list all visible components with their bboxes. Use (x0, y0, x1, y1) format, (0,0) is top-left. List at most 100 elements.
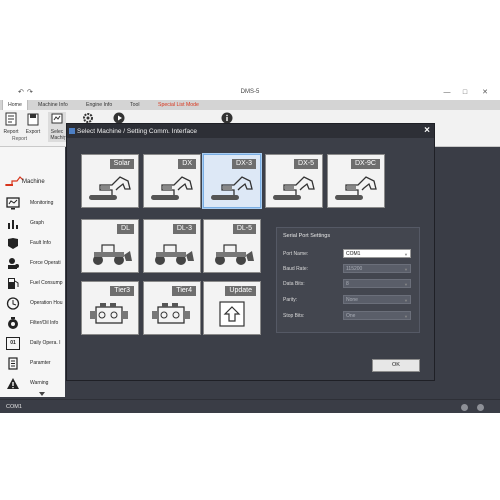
serial-port-title: Serial Port Settings (283, 233, 331, 239)
stop-bits-select[interactable]: One ▼ (343, 311, 411, 320)
sidebar-item-operation-hours[interactable]: Operation Hou (4, 295, 74, 313)
baud-rate-select[interactable]: 115200 ▼ (343, 264, 411, 273)
scroll-down-icon[interactable] (39, 392, 45, 397)
machine-tile-update[interactable]: Update (203, 281, 261, 335)
dialog-title-bar: Select Machine / Setting Comm. Interface… (67, 124, 434, 138)
tab-engine-info[interactable]: Engine Info (81, 100, 117, 110)
stop-bits-row: Stop Bits: One ▼ (283, 311, 413, 320)
tile-label: DX-9C (350, 159, 380, 169)
sidebar-item-label: Paramter (30, 360, 51, 366)
sidebar-item-fuel-consumption[interactable]: Fuel Consump (4, 275, 74, 293)
export-label: Export (25, 129, 41, 135)
menu-bar: Home Machine Info Engine Info Tool Speci… (0, 100, 500, 110)
machine-tile-dl-3[interactable]: DL-3 (143, 219, 201, 273)
title-bar: ↶ ↷ DMS-5 — □ ✕ (0, 85, 500, 101)
sidebar-item-label: Daily Opera. I (30, 340, 61, 346)
machine-tile-dx-5[interactable]: DX-5 (265, 154, 323, 208)
machine-tile-tier3[interactable]: Tier3 (81, 281, 139, 335)
chevron-down-icon: ▼ (404, 314, 408, 319)
sidebar-item-label: Fuel Consump (30, 280, 63, 286)
sidebar-item-graph[interactable]: Graph (4, 215, 74, 233)
chevron-down-icon: ▼ (404, 252, 408, 257)
fault-icon (8, 238, 18, 249)
sidebar-header: Machine (22, 179, 45, 185)
chevron-down-icon: ▼ (404, 267, 408, 272)
chevron-down-icon: ▼ (404, 298, 408, 303)
filter-icon (8, 317, 18, 329)
excavator-icon (5, 176, 24, 186)
parameter-icon (8, 357, 18, 370)
data-bits-value: 8 (346, 281, 349, 287)
export-button[interactable]: Export (22, 112, 44, 135)
tile-label: DX (178, 159, 196, 169)
parity-select[interactable]: None ▼ (343, 295, 411, 304)
tile-label: DX-3 (232, 159, 256, 169)
baud-rate-value: 115200 (346, 266, 363, 272)
tile-label: Solar (109, 159, 134, 169)
ok-button[interactable]: OK (372, 359, 420, 372)
machine-tile-solar[interactable]: Solar (81, 154, 139, 208)
tab-tool[interactable]: Tool (125, 100, 145, 110)
select-machine-dialog: Select Machine / Setting Comm. Interface… (66, 123, 435, 381)
serial-port-settings: Serial Port Settings Port Name: COM1 ▼ Ba… (276, 227, 420, 333)
port-name-select[interactable]: COM1 ▼ (343, 249, 411, 258)
machine-tile-dx-3[interactable]: DX-3 (203, 154, 261, 208)
tab-special-list-mode[interactable]: Special List Mode (153, 100, 204, 110)
tile-label: Tier3 (110, 286, 134, 296)
sidebar-item-warning[interactable]: Warning (4, 375, 74, 393)
machine-tile-dx[interactable]: DX (143, 154, 201, 208)
tile-label: Tier4 (172, 286, 196, 296)
sidebar-item-label: Warning (30, 380, 49, 386)
parity-value: None (346, 297, 358, 303)
machine-tile-dl[interactable]: DL (81, 219, 139, 273)
report-button[interactable]: Report (0, 112, 22, 135)
dialog-title: Select Machine / Setting Comm. Interface (77, 128, 197, 135)
sidebar-item-label: Fault Info (30, 240, 51, 246)
minimize-button[interactable]: — (440, 87, 454, 98)
close-window-button[interactable]: ✕ (478, 87, 492, 98)
tile-label: DL-3 (172, 224, 196, 234)
sidebar-item-daily-operation[interactable]: 01 Daily Opera. I (4, 335, 74, 353)
sidebar-item-label: Graph (30, 220, 44, 226)
clock-icon (6, 297, 20, 310)
machine-tile-dx-9c[interactable]: DX-9C (327, 154, 385, 208)
baud-rate-row: Baud Rate: 115200 ▼ (283, 264, 413, 273)
tile-label: DL-5 (232, 224, 256, 234)
close-icon[interactable]: × (424, 125, 430, 136)
sidebar-item-parameter[interactable]: Paramter (4, 355, 74, 373)
tile-label: DL (117, 224, 134, 234)
sidebar: Machine Monitoring Graph Fault Info Forc… (0, 147, 65, 397)
app-icon (69, 128, 75, 134)
calendar-icon: 01 (6, 337, 20, 350)
chevron-down-icon: ▼ (404, 282, 408, 287)
baud-rate-label: Baud Rate: (283, 266, 309, 272)
tab-machine-info[interactable]: Machine Info (33, 100, 73, 110)
monitoring-icon (6, 197, 20, 210)
data-bits-row: Data Bits: 8 ▼ (283, 279, 413, 288)
tab-home[interactable]: Home (2, 100, 28, 110)
report-label: Report (3, 129, 19, 135)
port-name-row: Port Name: COM1 ▼ (283, 249, 413, 258)
sidebar-item-monitoring[interactable]: Monitoring (4, 195, 74, 213)
select-machine-icon (51, 113, 63, 124)
fuel-icon (8, 278, 19, 289)
ribbon-group-report: Report (12, 136, 28, 142)
report-icon (5, 112, 17, 126)
data-bits-select[interactable]: 8 ▼ (343, 279, 411, 288)
parity-row: Parity: None ▼ (283, 295, 413, 304)
machine-tile-tier4[interactable]: Tier4 (143, 281, 201, 335)
machine-tile-dl-5[interactable]: DL-5 (203, 219, 261, 273)
port-name-value: COM1 (346, 251, 361, 257)
sidebar-item-label: Filter/Oil Info (30, 320, 59, 326)
sidebar-item-filter-oil-info[interactable]: Filter/Oil Info (4, 315, 74, 333)
window-title: DMS-5 (240, 89, 260, 95)
status-indicator-icon (461, 404, 468, 411)
port-name-label: Port Name: (283, 251, 309, 257)
sidebar-item-label: Monitoring (30, 200, 54, 206)
sidebar-item-force-operation[interactable]: Force Operati (4, 255, 74, 273)
tile-label: Update (225, 286, 256, 296)
maximize-button[interactable]: □ (458, 87, 472, 98)
force-icon (8, 258, 19, 269)
data-bits-label: Data Bits: (283, 281, 305, 287)
sidebar-item-fault-info[interactable]: Fault Info (4, 235, 74, 253)
